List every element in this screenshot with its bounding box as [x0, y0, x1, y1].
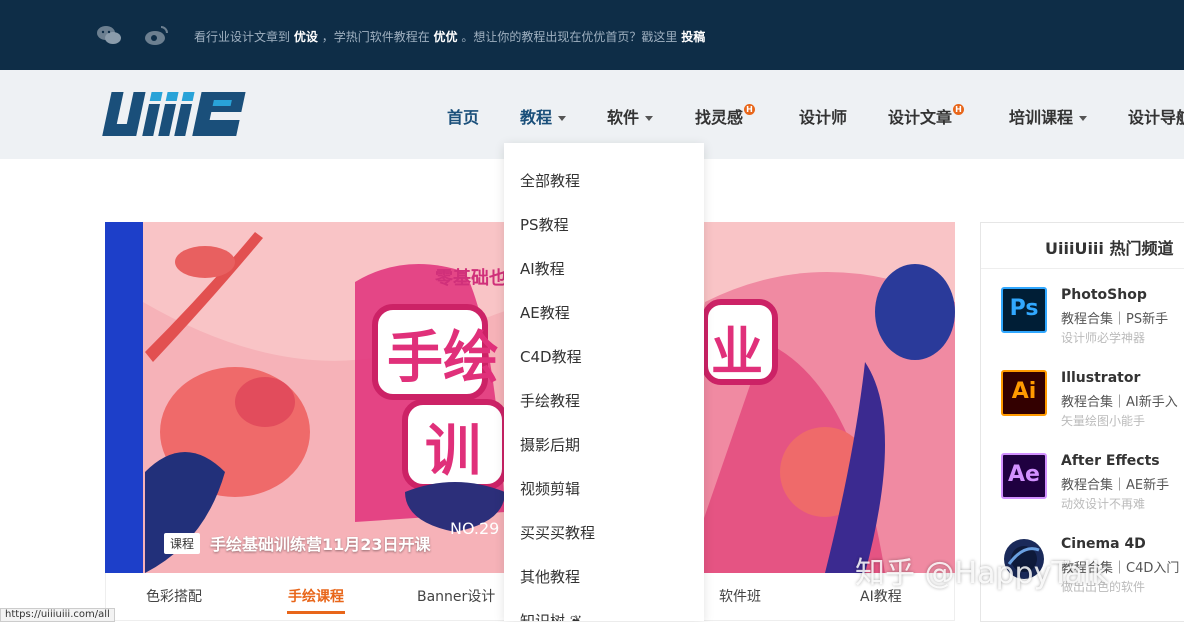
photoshop-icon: Ps — [1001, 287, 1047, 333]
channel-name: Illustrator — [1061, 370, 1141, 386]
menu-item-ps[interactable]: PS教程 — [520, 214, 569, 235]
menu-item-ae[interactable]: AE教程 — [520, 302, 570, 323]
channel-photoshop[interactable]: Ps PhotoShop 教程合集｜PS新手 设计师必学神器 — [1001, 287, 1184, 347]
panel-title: UiiiUiii 热门频道 — [981, 223, 1184, 269]
banner-art-text: 手绘 — [387, 326, 499, 391]
menu-item-ai[interactable]: AI教程 — [520, 258, 565, 279]
top-bar: 看行业设计文章到 优设 ，学热门软件教程在 优优 。想让你的教程出现在优优首页？… — [0, 0, 1184, 70]
contribute-link[interactable]: 投稿 — [681, 30, 705, 44]
channel-desc: 教程合集｜AE新手 — [1061, 478, 1170, 493]
leaf-icon: ❦ — [569, 612, 583, 621]
banner-title[interactable]: 手绘基础训练营11月23日开课 — [210, 531, 431, 555]
nav-label: 首页 — [447, 108, 480, 127]
channel-after-effects[interactable]: Ae After Effects 教程合集｜AE新手 动效设计不再难 — [1001, 453, 1184, 513]
wechat-icon[interactable] — [96, 24, 122, 46]
nav-label: 设计师 — [799, 108, 848, 127]
menu-item-other[interactable]: 其他教程 — [520, 566, 580, 587]
nav-courses[interactable]: 培训课程 — [1009, 104, 1088, 128]
menu-item-all[interactable]: 全部教程 — [520, 170, 580, 191]
nav-label: 教程 — [520, 108, 553, 127]
channel-name: PhotoShop — [1061, 287, 1147, 303]
chevron-down-icon — [1079, 116, 1088, 121]
notice-text: 。想让你的教程出现在优优首页？戳这里 — [461, 30, 678, 44]
banner-issue-text: NO.29 — [450, 519, 499, 538]
nav-tutorials[interactable]: 教程 — [520, 104, 567, 128]
after-effects-icon: Ae — [1001, 453, 1047, 499]
nav-design-guide[interactable]: 设计导航 — [1128, 104, 1184, 128]
menu-item-label: 知识树 — [520, 612, 566, 621]
menu-item-handdrawn[interactable]: 手绘教程 — [520, 390, 580, 411]
tab-software-class[interactable]: 软件班 — [719, 586, 761, 606]
icon-abbr: Ps — [1009, 296, 1039, 321]
banner-art-text: 训 — [425, 419, 481, 484]
banner-art-text: 业 — [711, 323, 763, 383]
site-logo[interactable] — [100, 90, 250, 142]
menu-item-video[interactable]: 视频剪辑 — [520, 478, 580, 499]
hot-badge: H — [953, 104, 965, 115]
channel-name: After Effects — [1061, 453, 1160, 469]
nav-label: 找灵感 — [695, 108, 744, 127]
notice-text: ，学热门软件教程在 — [321, 30, 430, 44]
status-bar-url: https://uiiiuiii.com/all — [0, 608, 115, 622]
channel-desc: 教程合集｜AI新手入 — [1061, 395, 1178, 410]
contribute-notice: 看行业设计文章到 优设 ，学热门软件教程在 优优 。想让你的教程出现在优优首页？… — [194, 28, 705, 45]
chevron-down-icon — [645, 116, 654, 121]
menu-item-c4d[interactable]: C4D教程 — [520, 346, 582, 367]
menu-item-knowledge-tree[interactable]: 知识树 ❦ — [520, 610, 582, 621]
channel-sub: 动效设计不再难 — [1061, 497, 1146, 511]
channel-sub: 设计师必学神器 — [1061, 331, 1146, 345]
nav-label: 设计文章 — [888, 108, 953, 127]
nav-designers[interactable]: 设计师 — [799, 104, 847, 128]
tab-handdrawn[interactable]: 手绘课程 — [287, 586, 345, 614]
menu-item-photo[interactable]: 摄影后期 — [520, 434, 580, 455]
channel-illustrator[interactable]: Ai Illustrator 教程合集｜AI新手入 矢量绘图小能手 — [1001, 370, 1184, 430]
chevron-down-icon — [558, 116, 567, 121]
nav-home[interactable]: 首页 — [447, 104, 479, 128]
banner-caption[interactable]: 课程 手绘基础训练营11月23日开课 — [164, 531, 431, 555]
notice-text: 看行业设计文章到 — [194, 30, 291, 44]
uiiiuiii-link[interactable]: 优优 — [434, 30, 458, 44]
channel-desc: 教程合集｜PS新手 — [1061, 312, 1169, 327]
banner-art-text: 零基础也 — [434, 267, 507, 289]
uisdc-link[interactable]: 优设 — [294, 30, 318, 44]
illustrator-icon: Ai — [1001, 370, 1047, 416]
channel-sub: 矢量绘图小能手 — [1061, 414, 1146, 428]
hot-badge: H — [744, 104, 756, 115]
menu-item-shopping[interactable]: 买买买教程 — [520, 522, 595, 543]
nav-label: 软件 — [607, 108, 640, 127]
course-tag: 课程 — [164, 532, 201, 554]
weibo-icon[interactable] — [144, 24, 170, 46]
nav-software[interactable]: 软件 — [607, 104, 654, 128]
nav-inspiration[interactable]: 找灵感 H — [695, 104, 756, 128]
nav-label: 设计导航 — [1128, 108, 1184, 127]
tutorials-dropdown-menu: 全部教程 PS教程 AI教程 AE教程 C4D教程 手绘教程 摄影后期 视频剪辑… — [504, 143, 704, 621]
tab-color[interactable]: 色彩搭配 — [146, 586, 202, 606]
tab-banner[interactable]: Banner设计 — [417, 586, 495, 606]
icon-abbr: Ae — [1008, 462, 1040, 487]
zhihu-watermark: 知乎 @HappyTalk — [855, 556, 1109, 591]
icon-abbr: Ai — [1011, 379, 1037, 404]
nav-articles[interactable]: 设计文章 H — [888, 104, 965, 128]
nav-label: 培训课程 — [1009, 108, 1074, 127]
